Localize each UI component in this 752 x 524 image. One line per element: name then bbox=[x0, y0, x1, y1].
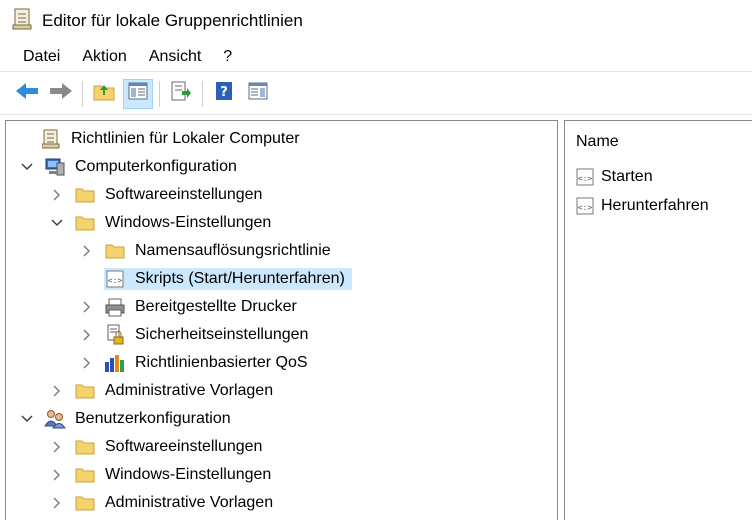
forward-button[interactable] bbox=[46, 79, 76, 109]
selection-highlight: <:> Skripts (Start/Herunterfahren) bbox=[104, 268, 352, 290]
back-arrow-icon bbox=[15, 81, 39, 106]
window-title: Editor für lokale Gruppenrichtlinien bbox=[42, 11, 303, 30]
folder-icon bbox=[74, 184, 96, 206]
column-header-name[interactable]: Name bbox=[576, 133, 619, 151]
script-icon: <:> bbox=[574, 166, 596, 188]
folder-icon bbox=[104, 240, 126, 262]
tree-node-scripts[interactable]: <:> Skripts (Start/Herunterfahren) bbox=[104, 266, 352, 292]
chevron-down-icon[interactable] bbox=[50, 216, 64, 230]
svg-text:<:>: <:> bbox=[578, 174, 593, 183]
list-item-label: Herunterfahren bbox=[601, 197, 709, 214]
menu-ansicht[interactable]: Ansicht bbox=[138, 44, 212, 70]
toolbar-separator bbox=[82, 80, 83, 107]
export-list-icon bbox=[170, 81, 192, 106]
list-item[interactable]: <:> Herunterfahren bbox=[574, 193, 709, 219]
menu-bar: Datei Aktion Ansicht ? bbox=[0, 42, 752, 72]
tree-node-computer-config[interactable]: Computerkonfiguration bbox=[20, 154, 240, 180]
tree-node-user-config[interactable]: Benutzerkonfiguration bbox=[20, 406, 234, 432]
tree-label: Administrative Vorlagen bbox=[105, 382, 274, 399]
tree-node-root[interactable]: Richtlinien für Lokaler Computer bbox=[40, 126, 303, 152]
list-item-label: Starten bbox=[601, 168, 653, 185]
export-list-button[interactable] bbox=[166, 79, 196, 109]
tree-label: Richtlinien für Lokaler Computer bbox=[71, 130, 300, 147]
tree-node-computer-software[interactable]: Softwareeinstellungen bbox=[50, 182, 265, 208]
chevron-right-icon[interactable] bbox=[80, 356, 94, 370]
chevron-down-icon[interactable] bbox=[20, 160, 34, 174]
tree-node-qos[interactable]: Richtlinienbasierter QoS bbox=[80, 350, 311, 376]
tree-label: Namensauflösungsrichtlinie bbox=[135, 242, 331, 259]
tree-label: Windows-Einstellungen bbox=[105, 214, 272, 231]
bar-chart-icon bbox=[104, 352, 126, 374]
chevron-right-icon[interactable] bbox=[80, 300, 94, 314]
tree-label: Windows-Einstellungen bbox=[105, 466, 272, 483]
chevron-right-icon[interactable] bbox=[80, 328, 94, 342]
menu-aktion[interactable]: Aktion bbox=[71, 44, 137, 70]
chevron-right-icon[interactable] bbox=[80, 244, 94, 258]
tree-label: Bereitgestellte Drucker bbox=[135, 298, 297, 315]
svg-text:<:>: <:> bbox=[578, 203, 593, 212]
list-item[interactable]: <:> Starten bbox=[574, 164, 653, 190]
tree-node-security[interactable]: Sicherheitseinstellungen bbox=[80, 322, 311, 348]
tree-node-user-software[interactable]: Softwareeinstellungen bbox=[50, 434, 265, 460]
security-lock-icon bbox=[104, 324, 126, 346]
tree-label: Administrative Vorlagen bbox=[105, 494, 274, 511]
chevron-right-icon[interactable] bbox=[50, 468, 64, 482]
tree-label: Softwareeinstellungen bbox=[105, 438, 263, 455]
properties-view-button[interactable] bbox=[243, 79, 273, 109]
users-icon bbox=[44, 408, 66, 430]
toolbar: ? bbox=[0, 73, 752, 115]
tree-label: Skripts (Start/Herunterfahren) bbox=[135, 270, 345, 287]
show-hide-tree-icon bbox=[128, 82, 148, 105]
tree-node-user-admin-templates[interactable]: Administrative Vorlagen bbox=[50, 490, 276, 516]
svg-text:?: ? bbox=[220, 85, 228, 100]
policy-editor-icon bbox=[12, 8, 32, 35]
chevron-right-icon[interactable] bbox=[50, 188, 64, 202]
help-button[interactable]: ? bbox=[209, 79, 239, 109]
toolbar-separator bbox=[202, 80, 203, 107]
tree-node-name-resolution[interactable]: Namensauflösungsrichtlinie bbox=[80, 238, 334, 264]
printer-icon bbox=[104, 296, 126, 318]
forward-arrow-icon bbox=[49, 81, 73, 106]
menu-help[interactable]: ? bbox=[212, 44, 243, 70]
tree-pane: Richtlinien für Lokaler Computer Compute… bbox=[5, 120, 558, 520]
computer-icon bbox=[44, 156, 66, 178]
tree-label: Computerkonfiguration bbox=[75, 158, 237, 175]
tree-node-computer-windows[interactable]: Windows-Einstellungen bbox=[50, 210, 274, 236]
folder-icon bbox=[74, 212, 96, 234]
help-icon: ? bbox=[214, 81, 234, 106]
up-one-level-button[interactable] bbox=[89, 79, 119, 109]
back-button[interactable] bbox=[12, 79, 42, 109]
folder-icon bbox=[74, 492, 96, 514]
properties-view-icon bbox=[248, 82, 268, 105]
svg-text:<:>: <:> bbox=[108, 276, 123, 285]
menu-datei[interactable]: Datei bbox=[12, 44, 71, 70]
tree-label: Benutzerkonfiguration bbox=[75, 410, 231, 427]
tree-label: Softwareeinstellungen bbox=[105, 186, 263, 203]
toolbar-separator bbox=[159, 80, 160, 107]
title-bar: Editor für lokale Gruppenrichtlinien bbox=[0, 0, 752, 42]
tree-label: Richtlinienbasierter QoS bbox=[135, 354, 308, 371]
tree-label: Sicherheitseinstellungen bbox=[135, 326, 309, 343]
chevron-right-icon[interactable] bbox=[50, 496, 64, 510]
tree-node-user-windows[interactable]: Windows-Einstellungen bbox=[50, 462, 274, 488]
up-folder-icon bbox=[93, 81, 115, 106]
chevron-down-icon[interactable] bbox=[20, 412, 34, 426]
folder-icon bbox=[74, 380, 96, 402]
folder-icon bbox=[74, 464, 96, 486]
chevron-right-icon[interactable] bbox=[50, 440, 64, 454]
script-icon: <:> bbox=[574, 195, 596, 217]
details-pane: Name <:> Starten <:> Herunterfahren bbox=[564, 120, 752, 520]
script-icon: <:> bbox=[104, 268, 126, 290]
tree-node-printers[interactable]: Bereitgestellte Drucker bbox=[80, 294, 300, 320]
tree-node-computer-admin-templates[interactable]: Administrative Vorlagen bbox=[50, 378, 276, 404]
chevron-right-icon[interactable] bbox=[50, 384, 64, 398]
policy-document-icon bbox=[40, 128, 62, 150]
show-hide-tree-button[interactable] bbox=[123, 78, 153, 109]
folder-icon bbox=[74, 436, 96, 458]
